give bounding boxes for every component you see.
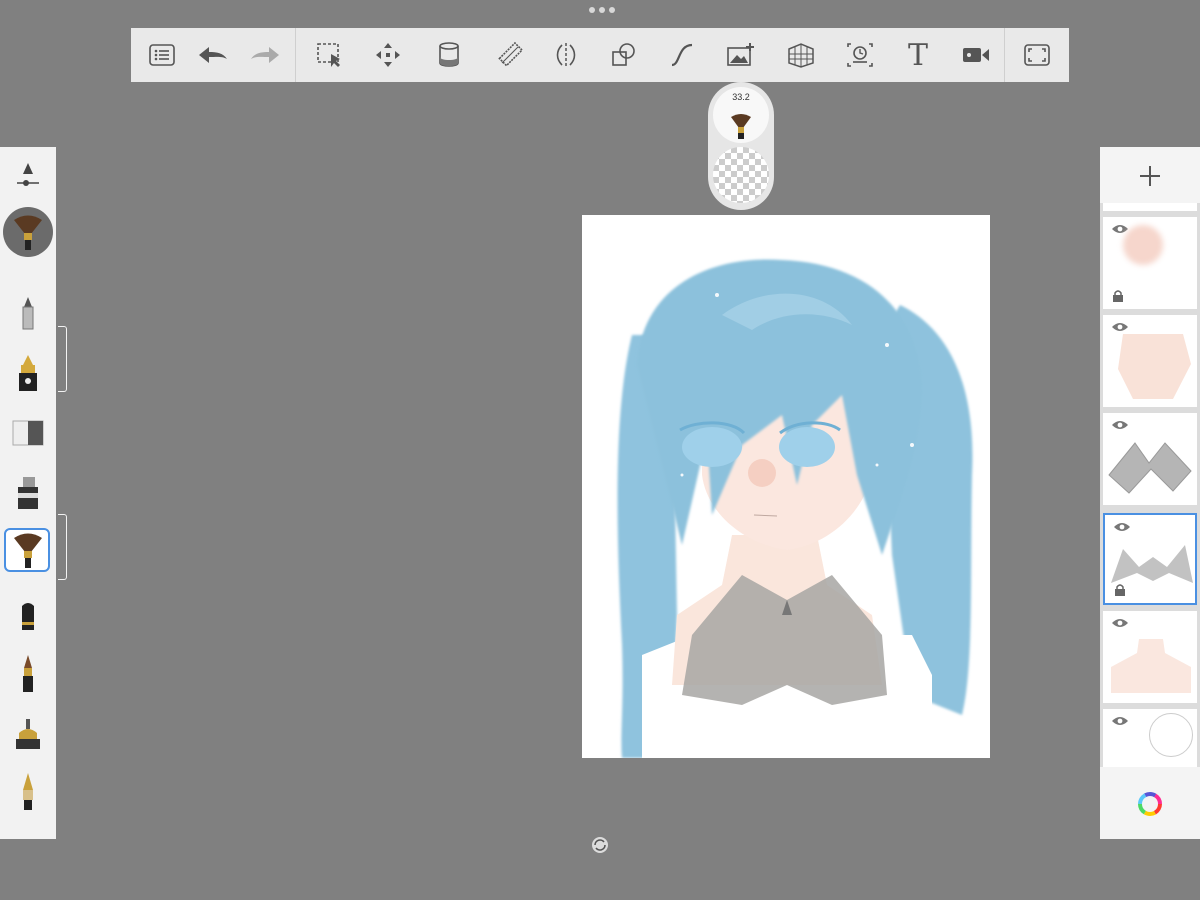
- pencil-icon[interactable]: [0, 288, 56, 338]
- selection-icon[interactable]: [314, 39, 346, 71]
- fullscreen-icon[interactable]: [1021, 39, 1053, 71]
- toolbar-drag-handle[interactable]: [589, 7, 615, 13]
- paint-brush-icon[interactable]: [0, 649, 56, 699]
- eye-icon[interactable]: [1111, 420, 1129, 430]
- color-editor-button[interactable]: [1100, 767, 1200, 839]
- text-icon[interactable]: T: [902, 38, 934, 73]
- felt-tip-icon[interactable]: [0, 591, 56, 641]
- eye-icon[interactable]: [1111, 618, 1129, 628]
- list-icon[interactable]: [146, 39, 178, 71]
- brush-palette: [0, 147, 56, 839]
- brush-properties-icon[interactable]: [0, 151, 56, 201]
- curve-icon[interactable]: [666, 39, 698, 71]
- sync-icon[interactable]: [591, 836, 609, 854]
- brush-puck[interactable]: 33.2: [708, 82, 774, 210]
- marker-icon[interactable]: [0, 468, 56, 518]
- redo-arrow-icon[interactable]: [249, 39, 281, 71]
- timelapse-icon[interactable]: [844, 39, 876, 71]
- fan-brush-selected[interactable]: [4, 528, 50, 572]
- symmetry-icon[interactable]: [550, 39, 582, 71]
- brush-size-control[interactable]: 33.2: [713, 87, 769, 143]
- undo-arrow-icon[interactable]: [197, 39, 229, 71]
- eye-icon[interactable]: [1113, 522, 1131, 532]
- main-toolbar: T: [131, 28, 1069, 82]
- brush-size-value: 33.2: [732, 92, 750, 102]
- layer-shirt[interactable]: [1103, 513, 1197, 605]
- move-icon[interactable]: [372, 39, 404, 71]
- current-brush[interactable]: [3, 207, 53, 257]
- ruler-icon[interactable]: [494, 39, 526, 71]
- layer-skin[interactable]: [1103, 315, 1197, 407]
- layer-neck[interactable]: [1103, 611, 1197, 703]
- fan-brush-icon: [731, 114, 751, 139]
- airbrush-icon[interactable]: [0, 710, 56, 760]
- brush-opacity-control[interactable]: [713, 147, 769, 203]
- add-image-icon[interactable]: [725, 39, 757, 71]
- shapes-icon[interactable]: [608, 39, 640, 71]
- add-layer-button[interactable]: [1100, 147, 1200, 203]
- artwork-illustration: [617, 259, 973, 758]
- perspective-grid-icon[interactable]: [785, 39, 817, 71]
- layer-blush[interactable]: [1103, 217, 1197, 309]
- lock-icon[interactable]: [1114, 584, 1126, 596]
- eye-icon[interactable]: [1111, 716, 1129, 726]
- nib-pen-icon[interactable]: [0, 767, 56, 817]
- fan-brush-icon: [14, 533, 42, 568]
- fan-brush-icon: [14, 215, 42, 250]
- color-wheel-icon: [1138, 792, 1162, 816]
- eraser-icon[interactable]: [0, 408, 56, 458]
- layers-panel: [1100, 147, 1200, 839]
- plus-icon: [1140, 166, 1160, 186]
- video-camera-icon[interactable]: [960, 39, 992, 71]
- background-color-swatch[interactable]: [1149, 713, 1193, 757]
- lock-icon[interactable]: [1112, 290, 1124, 302]
- layer-collar[interactable]: [1103, 413, 1197, 505]
- ink-pen-icon[interactable]: [0, 348, 56, 398]
- drawing-canvas[interactable]: [582, 215, 990, 758]
- paint-bucket-icon[interactable]: [433, 39, 465, 71]
